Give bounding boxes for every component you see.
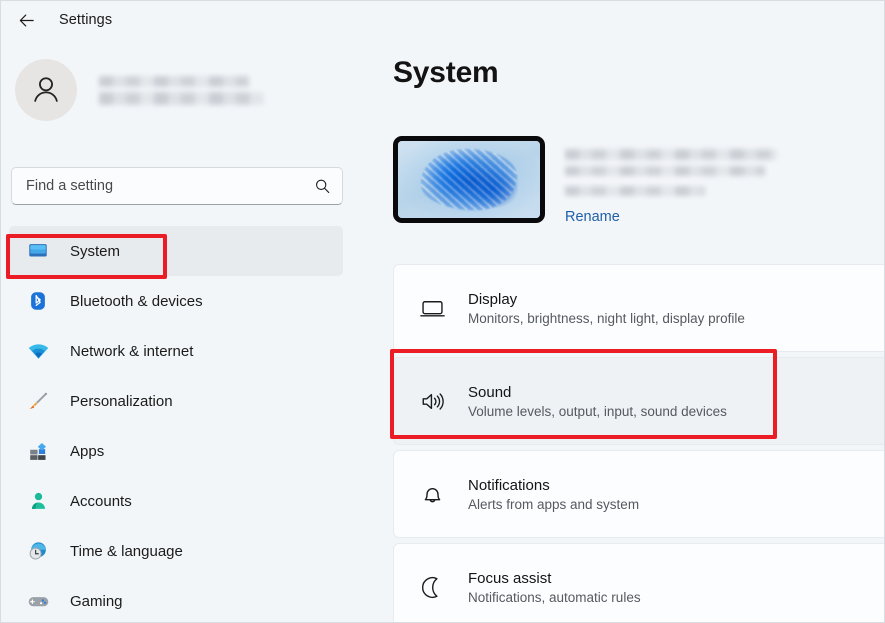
- person-icon: [25, 491, 51, 512]
- back-button[interactable]: [9, 5, 43, 35]
- settings-card-sound[interactable]: Sound Volume levels, output, input, soun…: [393, 357, 884, 445]
- sidebar-item-accounts[interactable]: Accounts: [9, 476, 343, 526]
- sidebar-item-system[interactable]: System: [9, 226, 343, 276]
- profile-text-redacted: [99, 75, 264, 105]
- window-title: Settings: [59, 12, 113, 28]
- device-name-redacted-line2: [565, 166, 765, 176]
- search-glass-icon: [315, 179, 329, 193]
- search-input[interactable]: [12, 178, 302, 194]
- device-info: Rename: [565, 136, 777, 225]
- settings-card-subtitle: Volume levels, output, input, sound devi…: [468, 403, 727, 419]
- settings-card-subtitle: Monitors, brightness, night light, displ…: [468, 310, 745, 326]
- settings-card-title: Sound: [468, 383, 512, 401]
- settings-card-title: Focus assist: [468, 569, 552, 587]
- bloom-artwork: [398, 141, 540, 218]
- sidebar-item-label: Gaming: [70, 592, 123, 610]
- main-content: System Rename Display Monitors, brightne…: [371, 39, 884, 622]
- settings-card-text: Notifications Alerts from apps and syste…: [468, 477, 639, 512]
- sidebar-item-label: System: [70, 242, 121, 260]
- display-monitor-icon: [415, 295, 449, 322]
- sidebar-item-label: Time & language: [70, 542, 183, 560]
- rename-link[interactable]: Rename: [565, 209, 620, 225]
- device-summary: Rename: [393, 136, 777, 225]
- device-model-redacted: [565, 186, 705, 196]
- settings-card-text: Sound Volume levels, output, input, soun…: [468, 384, 727, 419]
- settings-card-title: Notifications: [468, 476, 550, 494]
- monitor-icon: [25, 240, 51, 262]
- settings-card-display[interactable]: Display Monitors, brightness, night ligh…: [393, 264, 884, 352]
- settings-card-focus-assist[interactable]: Focus assist Notifications, automatic ru…: [393, 543, 884, 622]
- gamepad-icon: [25, 590, 51, 613]
- settings-card-title: Display: [468, 290, 518, 308]
- settings-window: Settings Find a setting System Bluetooth…: [0, 0, 885, 623]
- crescent-moon-icon: [415, 574, 449, 601]
- profile-name-redacted: [99, 75, 249, 87]
- sidebar-item-label: Bluetooth & devices: [70, 292, 203, 310]
- profile-account-redacted: [99, 91, 264, 105]
- sidebar-item-label: Personalization: [70, 392, 173, 410]
- sidebar-item-label: Network & internet: [70, 342, 194, 360]
- paintbrush-icon: [25, 390, 51, 412]
- avatar: [15, 59, 77, 121]
- settings-card-subtitle: Alerts from apps and system: [468, 496, 640, 512]
- settings-card-notifications[interactable]: Notifications Alerts from apps and syste…: [393, 450, 884, 538]
- back-arrow-icon: [19, 13, 34, 27]
- sidebar-nav: System Bluetooth & devices Network & int…: [1, 226, 371, 622]
- device-name-redacted: [565, 149, 777, 160]
- sidebar-item-bluetooth-devices[interactable]: Bluetooth & devices: [9, 276, 343, 326]
- apps-grid-icon: [25, 441, 51, 462]
- person-avatar-icon: [34, 77, 58, 102]
- sidebar-item-apps[interactable]: Apps: [9, 426, 343, 476]
- title-bar: Settings: [1, 1, 884, 39]
- sidebar-item-network-internet[interactable]: Network & internet: [9, 326, 343, 376]
- sidebar-item-label: Accounts: [70, 492, 132, 510]
- windows-bloom-wallpaper-thumbnail: [393, 136, 545, 223]
- sidebar-item-personalization[interactable]: Personalization: [9, 376, 343, 426]
- sidebar-item-gaming[interactable]: Gaming: [9, 576, 343, 622]
- speaker-volume-icon: [415, 388, 449, 415]
- search-box[interactable]: [11, 167, 343, 205]
- clock-globe-icon: [25, 540, 51, 562]
- sidebar-item-time-language[interactable]: Time & language: [9, 526, 343, 576]
- profile-section[interactable]: [15, 59, 264, 121]
- bluetooth-icon: [25, 290, 51, 312]
- sidebar: System Bluetooth & devices: [1, 39, 371, 622]
- sidebar-item-label: Apps: [70, 442, 105, 460]
- settings-card-subtitle: Notifications, automatic rules: [468, 589, 641, 605]
- search-icon[interactable]: [302, 178, 342, 195]
- settings-card-list: Display Monitors, brightness, night ligh…: [393, 264, 884, 622]
- settings-card-text: Display Monitors, brightness, night ligh…: [468, 291, 745, 326]
- wifi-icon: [25, 340, 51, 363]
- page-title: System: [393, 56, 499, 89]
- settings-card-text: Focus assist Notifications, automatic ru…: [468, 570, 641, 605]
- bell-icon: [415, 481, 449, 508]
